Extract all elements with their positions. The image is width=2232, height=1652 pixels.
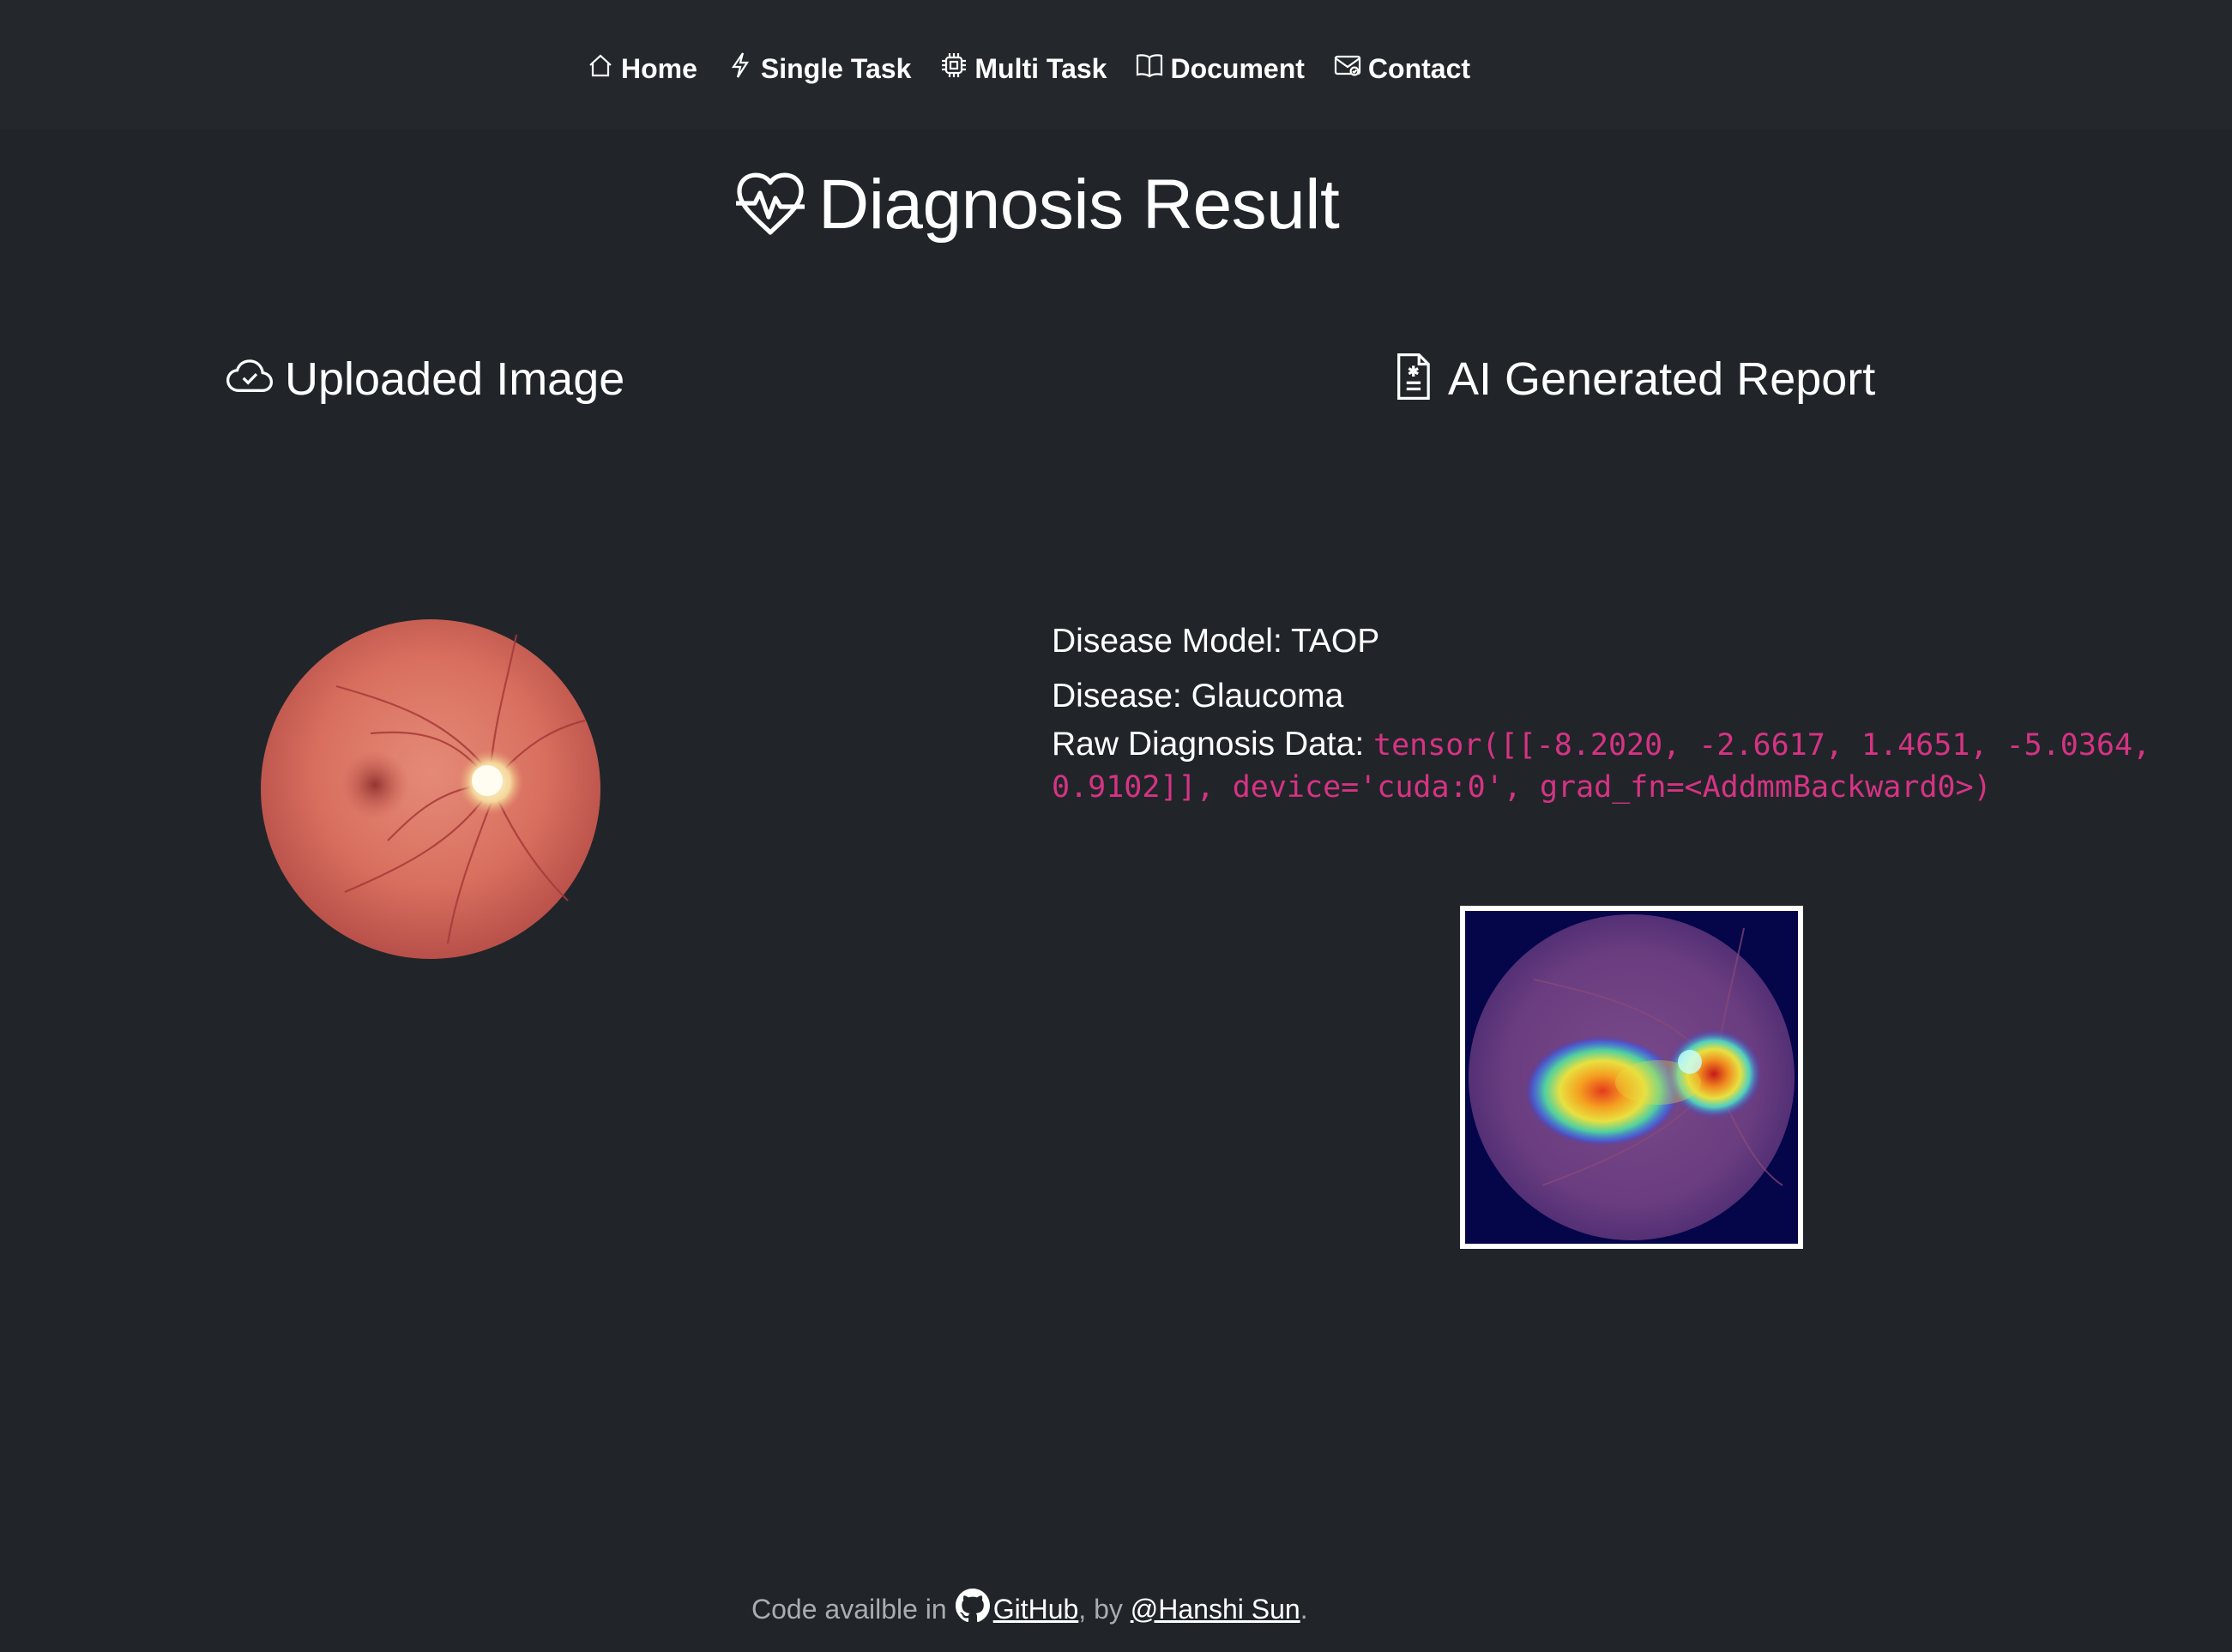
nav-single-task[interactable]: Single Task: [727, 51, 911, 86]
author-link[interactable]: @Hanshi Sun: [1131, 1594, 1300, 1625]
page: Home Single Task Multi Task Document Con…: [0, 0, 2232, 1652]
cloud-check-icon: [225, 352, 274, 406]
github-icon: [955, 1589, 993, 1630]
footer-prefix: Code availble in: [751, 1593, 947, 1625]
nav-links: Home Single Task Multi Task Document Con…: [587, 51, 1470, 86]
ai-report: Disease Model: TAOP Disease: Glaucoma Ra…: [1052, 614, 2201, 808]
uploaded-fundus-image: [259, 618, 602, 961]
footer: Code availble in GitHub , by @Hanshi Sun…: [0, 1577, 2232, 1652]
nav-document-label: Document: [1170, 52, 1305, 84]
github-link-label: GitHub: [992, 1593, 1079, 1625]
footer-text: Code availble in GitHub , by @Hanshi Sun…: [751, 1589, 1308, 1630]
nav-home-label: Home: [621, 52, 697, 84]
disease-row: Disease: Glaucoma: [1052, 669, 2201, 724]
file-medical-icon: [1388, 352, 1438, 406]
github-link[interactable]: GitHub: [955, 1589, 1079, 1630]
disease-value: Glaucoma: [1191, 678, 1344, 714]
raw-data-row: Raw Diagnosis Data: tensor([[-8.2020, -2…: [1052, 724, 2201, 808]
ai-report-heading: AI Generated Report: [1448, 353, 1876, 405]
uploaded-image-heading-group: Uploaded Image: [225, 352, 624, 406]
disease-model-label: Disease Model:: [1052, 623, 1282, 660]
ai-report-heading-group: AI Generated Report: [1388, 352, 1875, 406]
nav-single-task-label: Single Task: [760, 52, 912, 84]
uploaded-image-heading: Uploaded Image: [285, 353, 625, 405]
disease-label: Disease:: [1052, 678, 1182, 714]
footer-middle: , by: [1078, 1593, 1131, 1625]
envelope-icon: [1334, 51, 1361, 86]
cpu-icon: [940, 51, 968, 86]
nav-multi-task-label: Multi Task: [974, 52, 1107, 84]
page-title-group: Diagnosis Result: [734, 165, 1340, 245]
nav-document[interactable]: Document: [1136, 51, 1305, 86]
house-icon: [587, 51, 614, 86]
nav-home[interactable]: Home: [587, 51, 697, 86]
disease-model-value: TAOP: [1290, 623, 1380, 660]
footer-suffix: .: [1300, 1593, 1308, 1625]
disease-model-row: Disease Model: TAOP: [1052, 614, 2201, 669]
lightning-icon: [727, 51, 754, 86]
nav-multi-task[interactable]: Multi Task: [940, 51, 1107, 86]
nav-contact[interactable]: Contact: [1334, 51, 1470, 86]
page-title: Diagnosis Result: [818, 166, 1340, 244]
book-icon: [1136, 51, 1163, 86]
heatmap-image: [1460, 906, 1803, 1249]
navbar: Home Single Task Multi Task Document Con…: [0, 0, 2232, 129]
heart-pulse-icon: [734, 169, 806, 242]
raw-data-label: Raw Diagnosis Data:: [1052, 726, 1365, 763]
nav-contact-label: Contact: [1367, 52, 1471, 84]
